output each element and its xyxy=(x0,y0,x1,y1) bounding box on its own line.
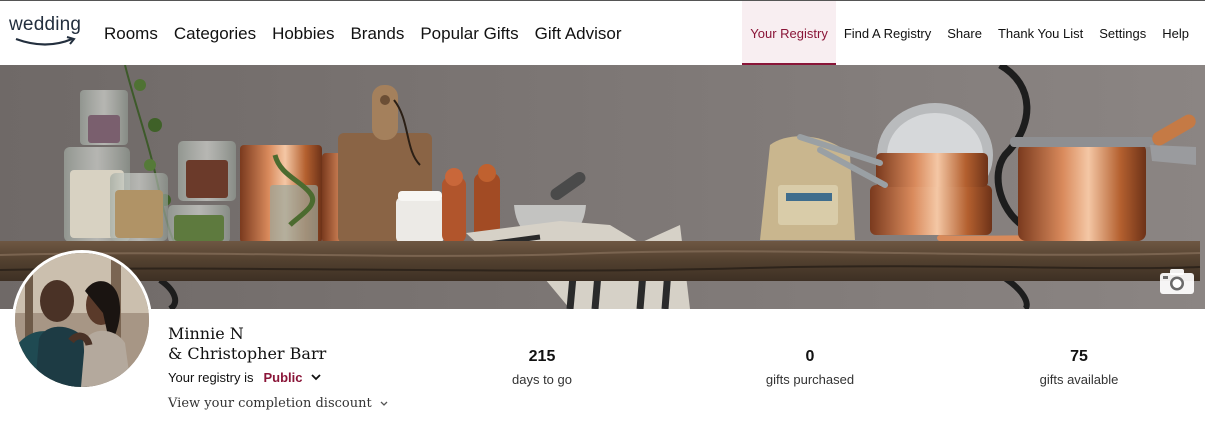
stat-gifts-purchased: 0 gifts purchased xyxy=(730,348,890,387)
camera-icon[interactable] xyxy=(1159,267,1195,295)
stat-label: days to go xyxy=(512,372,572,387)
stat-label: gifts purchased xyxy=(765,372,855,387)
chevron-down-icon xyxy=(310,374,321,381)
tab-settings[interactable]: Settings xyxy=(1091,1,1154,66)
main-menu: Rooms Categories Hobbies Brands Popular … xyxy=(104,1,622,66)
nav-categories[interactable]: Categories xyxy=(174,24,256,44)
tab-find-a-registry[interactable]: Find A Registry xyxy=(836,1,939,66)
completion-discount-link[interactable]: View your completion discount xyxy=(168,396,388,411)
nav-rooms[interactable]: Rooms xyxy=(104,24,158,44)
visibility-label: Your registry is xyxy=(168,370,254,385)
tab-share[interactable]: Share xyxy=(939,1,990,66)
stat-value: 215 xyxy=(528,348,556,365)
tab-help[interactable]: Help xyxy=(1154,1,1205,66)
registry-banner-image xyxy=(0,65,1205,309)
couple-photo xyxy=(15,253,149,387)
partner-name-2: & Christopher Barr xyxy=(168,344,327,363)
chevron-down-icon xyxy=(380,401,388,406)
stat-gifts-available: 75 gifts available xyxy=(999,348,1159,387)
kitchen-shelf-illustration xyxy=(0,65,1205,309)
registry-visibility: Your registry is Public xyxy=(168,370,321,385)
visibility-dropdown[interactable]: Public xyxy=(264,370,321,385)
stat-value: 0 xyxy=(805,348,815,365)
couple-names: Minnie N & Christopher Barr xyxy=(168,324,326,364)
wedding-logo[interactable]: wedding xyxy=(9,14,89,54)
nav-popular-gifts[interactable]: Popular Gifts xyxy=(420,24,518,44)
couple-avatar[interactable] xyxy=(12,250,152,390)
tab-your-registry[interactable]: Your Registry xyxy=(742,1,836,66)
stat-value: 75 xyxy=(1070,348,1088,365)
nav-brands[interactable]: Brands xyxy=(350,24,404,44)
stat-label: gifts available xyxy=(1039,372,1119,387)
registry-menu: Your Registry Find A Registry Share Than… xyxy=(742,1,1205,66)
logo-text: wedding xyxy=(9,14,82,35)
smile-arrow-icon xyxy=(15,36,76,46)
visibility-status: Public xyxy=(263,370,303,385)
completion-discount-text: View your completion discount xyxy=(168,396,372,411)
partner-name-1: Minnie N xyxy=(168,324,244,343)
tab-thank-you-list[interactable]: Thank You List xyxy=(990,1,1091,66)
nav-gift-advisor[interactable]: Gift Advisor xyxy=(535,24,622,44)
stat-days-to-go: 215 days to go xyxy=(462,348,622,387)
top-navigation: wedding Rooms Categories Hobbies Brands … xyxy=(0,0,1205,66)
nav-hobbies[interactable]: Hobbies xyxy=(272,24,334,44)
